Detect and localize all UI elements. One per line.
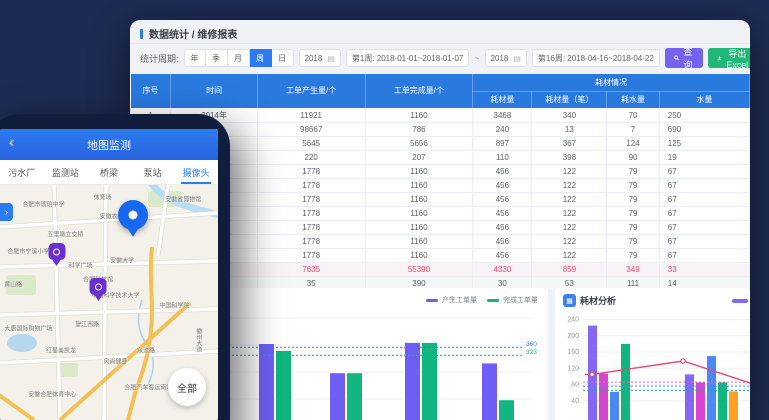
legend-item[interactable]: 产生工单量: [426, 295, 477, 305]
map-label: 安徽大学: [110, 256, 134, 265]
marker-dot: [128, 210, 137, 219]
tab-监测站[interactable]: 监测站: [44, 160, 88, 184]
map-label: 科学广场: [69, 260, 93, 269]
column-header[interactable]: 序号: [131, 74, 171, 108]
map-label: 合肥市琥珀中学: [23, 199, 65, 208]
chart-icon: ▦: [563, 294, 576, 307]
phone-title: 地图监测: [87, 137, 131, 153]
phone-tab-bar: 污水厂监测站桥梁泵站摄像头: [0, 160, 218, 185]
workorder-chart-legend: 产生工单量 完成工单量: [426, 295, 538, 305]
sub-column-header[interactable]: 耗材量（笔）: [532, 91, 607, 108]
map-label: 体育场: [93, 192, 111, 201]
breadcrumb-accent-bar: [140, 29, 143, 39]
tab-桥梁[interactable]: 桥梁: [87, 160, 131, 184]
map-label: 安徽合肥体育中心: [28, 390, 76, 399]
map-label: 中国科学院: [159, 300, 189, 309]
consumables-chart-legend-swatch: [732, 299, 748, 303]
svg-text:323: 323: [526, 349, 537, 356]
year-end-select[interactable]: 2018 ▤: [485, 49, 527, 67]
query-button[interactable]: 查询: [665, 48, 703, 68]
tab-泵站[interactable]: 泵站: [131, 160, 175, 184]
range-end-value: 第16周: 2018-04-16~2018-04-22: [538, 53, 654, 64]
column-header[interactable]: 时间: [171, 74, 257, 108]
consumables-bar-chart[interactable]: 40 80 120 160 200 240: [555, 308, 750, 420]
svg-text:160: 160: [567, 349, 579, 356]
camera-marker[interactable]: [48, 243, 65, 260]
period-label: 统计周期:: [140, 52, 179, 65]
download-icon: [717, 54, 722, 62]
column-header[interactable]: 工单产生量/个: [257, 74, 365, 108]
camera-lens-icon: [95, 283, 102, 290]
screenshot-stage: 数据统计 / 维修报表 统计周期: 年季月周日 2018 ▤ 第1周: 2018…: [0, 0, 769, 420]
legend-label: 产生工单量: [442, 295, 477, 305]
table-row[interactable]: 12014年119211160346834070250: [131, 108, 750, 122]
range-start-value: 第1周: 2018-01-01~2018-01-07: [352, 53, 463, 64]
svg-text:80: 80: [571, 382, 579, 389]
search-icon: [674, 54, 679, 62]
group-column-header: 耗材情况: [473, 74, 750, 91]
map-label: 望江西路: [75, 319, 99, 328]
tab-摄像头[interactable]: 摄像头: [174, 160, 218, 184]
table-header-row: 序号时间工单产生量/个工单完成量/个耗材情况: [131, 74, 750, 91]
year-start-select[interactable]: 2018 ▤: [299, 49, 341, 67]
period-option-周[interactable]: 周: [250, 49, 272, 67]
phone-header: ‹ 地图监测: [0, 129, 218, 160]
breadcrumb-text: 数据统计 / 维修报表: [149, 26, 237, 41]
year-end-value: 2018: [491, 54, 509, 63]
consumables-chart-card: ▦ 耗材分析 40 80 120 160 200 240: [555, 288, 750, 420]
map-label: 五里墩立交桥: [47, 230, 83, 239]
period-option-季[interactable]: 季: [206, 49, 228, 67]
map-expand-button[interactable]: ›: [0, 203, 13, 221]
range-end-input[interactable]: 第16周: 2018-04-16~2018-04-22: [532, 49, 660, 67]
camera-lens-icon: [53, 248, 60, 255]
charts-row: 产生工单量 完成工单量 360323 ▦ 耗材分析 40 80 120 160 200 2…: [140, 288, 750, 420]
legend-label: 完成工单量: [503, 295, 538, 305]
period-segmented-control: 年季月周日: [184, 49, 294, 67]
map-label: 风尚健身: [104, 357, 128, 366]
svg-text:200: 200: [567, 333, 579, 340]
query-button-label: 查询: [682, 45, 694, 71]
map-label: 大唐国际购物广场: [4, 324, 52, 333]
sub-column-header[interactable]: 耗材量: [473, 91, 532, 108]
period-option-日[interactable]: 日: [272, 49, 294, 67]
map-label: 安徽省博物馆: [165, 195, 201, 204]
period-option-年[interactable]: 年: [184, 49, 206, 67]
map-label: 东流路: [137, 345, 155, 354]
back-icon[interactable]: ‹: [9, 133, 14, 153]
legend-item[interactable]: 完成工单量: [487, 295, 538, 305]
export-button-label: 导出Excel: [725, 47, 750, 70]
legend-swatch: [487, 299, 499, 302]
selected-camera-marker[interactable]: [118, 200, 148, 230]
map-view[interactable]: 合肥市琥珀中学体育场安徽农业大学安徽省博物馆五里墩立交桥合肥市宁溪小学科学广场安…: [0, 185, 218, 420]
svg-text:120: 120: [567, 365, 579, 372]
tab-污水厂[interactable]: 污水厂: [0, 160, 44, 184]
svg-text:240: 240: [567, 317, 579, 324]
legend-swatch: [426, 299, 438, 302]
show-all-button[interactable]: 全部: [168, 368, 206, 406]
export-excel-button[interactable]: 导出Excel: [708, 48, 750, 68]
map-label: 黄山路: [4, 279, 22, 288]
calendar-icon: ▤: [513, 54, 521, 63]
sub-column-header[interactable]: 耗水量: [607, 91, 659, 108]
consumables-chart-title-text: 耗材分析: [580, 294, 616, 307]
camera-marker[interactable]: [90, 278, 107, 295]
svg-text:40: 40: [571, 398, 579, 405]
sub-column-header[interactable]: 水量: [659, 91, 749, 108]
year-start-value: 2018: [305, 54, 323, 63]
breadcrumb: 数据统计 / 维修报表: [130, 24, 750, 44]
calendar-icon: ▤: [327, 54, 335, 63]
phone-screen: ‹ 地图监测 污水厂监测站桥梁泵站摄像头: [0, 129, 218, 420]
column-header[interactable]: 工单完成量/个: [365, 74, 473, 108]
map-label: 红星美凯龙: [46, 345, 76, 354]
range-separator: ~: [474, 53, 479, 63]
filter-bar: 统计周期: 年季月周日 2018 ▤ 第1周: 2018-01-01~2018-…: [130, 44, 750, 72]
svg-text:360: 360: [526, 341, 537, 348]
range-start-input[interactable]: 第1周: 2018-01-01~2018-01-07: [346, 49, 469, 67]
map-label: 合肥市宁溪小学: [7, 246, 49, 255]
phone-mockup: ‹ 地图监测 污水厂监测站桥梁泵站摄像头: [0, 114, 230, 420]
map-label: 合肥汽车客运南站: [124, 383, 172, 392]
period-option-月[interactable]: 月: [228, 49, 250, 67]
map-label: 徽州大道: [194, 328, 203, 352]
consumables-chart-title: ▦ 耗材分析: [563, 294, 616, 307]
